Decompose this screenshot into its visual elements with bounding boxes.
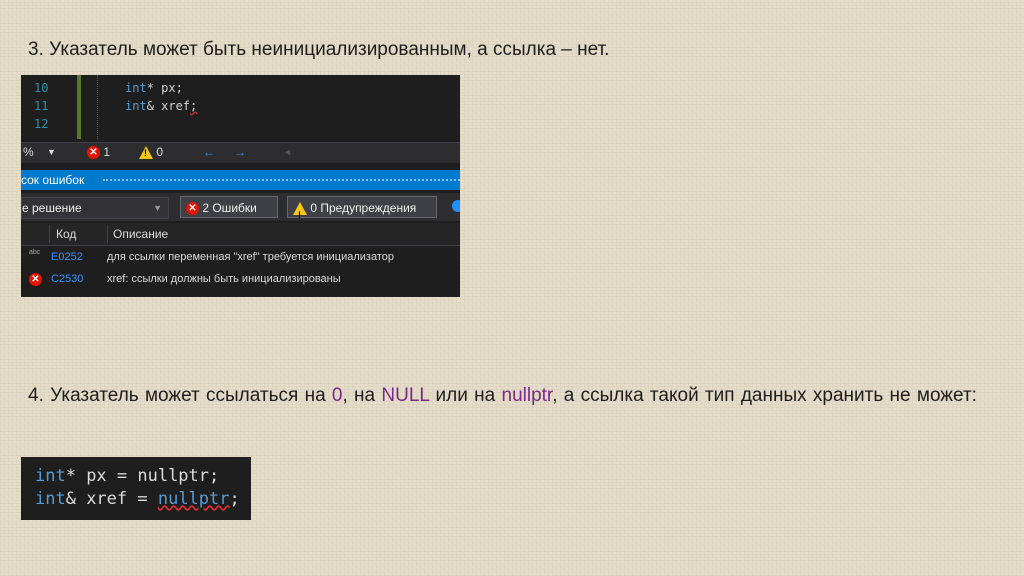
warning-count[interactable]: ! 0 [139,145,163,160]
intellisense-error-icon: abc [29,249,41,256]
scroll-left-icon[interactable]: ◄ [283,147,292,157]
vs-error-screenshot: 10 11 12 int* px; int& xref; % ▼ ✕ 1 ! 0… [21,75,460,297]
nullptr-code-screenshot: int* px = nullptr; int& xref = nullptr; [21,457,251,520]
editor-status-bar: % ▼ ✕ 1 ! 0 ← → ◄ [21,142,460,163]
code-line: int& xref; [125,99,198,113]
warning-icon: ! [293,202,307,220]
messages-filter-icon[interactable] [452,200,460,212]
back-arrow-icon[interactable]: ← [203,145,215,159]
error-code[interactable]: C2530 [51,269,83,290]
error-list-title: сок ошибок [21,170,460,190]
column-description[interactable]: Описание [113,223,168,245]
error-description: xref: ссылки должны быть инициализирован… [107,273,341,285]
error-filter-bar: е решение ▼ ✕ 2 Ошибки ! 0 Предупреждени… [21,193,460,221]
line-number: 11 [34,99,49,113]
code-line: int* px; [125,81,183,95]
warning-icon: ! [139,146,153,160]
warnings-filter-button[interactable]: ! 0 Предупреждения [287,196,437,220]
chevron-down-icon: ▼ [153,203,162,213]
error-row[interactable]: abc E0252 для ссылки переменная "xref" т… [21,247,460,268]
indent-guide [97,75,98,139]
code-line: int& xref = nullptr; [35,489,240,509]
error-list-header: Код Описание [21,223,460,246]
error-icon: ✕ [186,202,199,216]
line-number: 12 [34,117,49,131]
forward-arrow-icon[interactable]: → [234,145,246,159]
error-count[interactable]: ✕ 1 [87,145,110,160]
zoom-level[interactable]: % [23,145,34,159]
error-code[interactable]: E0252 [51,247,83,268]
zoom-dropdown-icon[interactable]: ▼ [47,147,56,157]
line-number: 10 [34,81,49,95]
errors-filter-button[interactable]: ✕ 2 Ошибки [180,196,278,218]
code-line: int* px = nullptr; [35,466,220,486]
code-editor: 10 11 12 int* px; int& xref; [21,75,460,142]
error-icon: ✕ [87,146,100,160]
title-drag-grip[interactable] [103,179,460,181]
point-4-text: 4. Указатель может ссылаться на 0, на NU… [28,385,977,406]
change-marker [77,75,81,139]
error-description: для ссылки переменная "xref" требуется и… [107,251,394,263]
scope-select[interactable]: е решение ▼ [21,197,169,219]
error-row[interactable]: ✕ C2530 xref: ссылки должны быть инициал… [21,269,460,290]
error-circle-icon: ✕ [29,273,42,286]
column-code[interactable]: Код [56,223,76,245]
point-3-text: 3. Указатель может быть неинициализирова… [28,39,610,60]
